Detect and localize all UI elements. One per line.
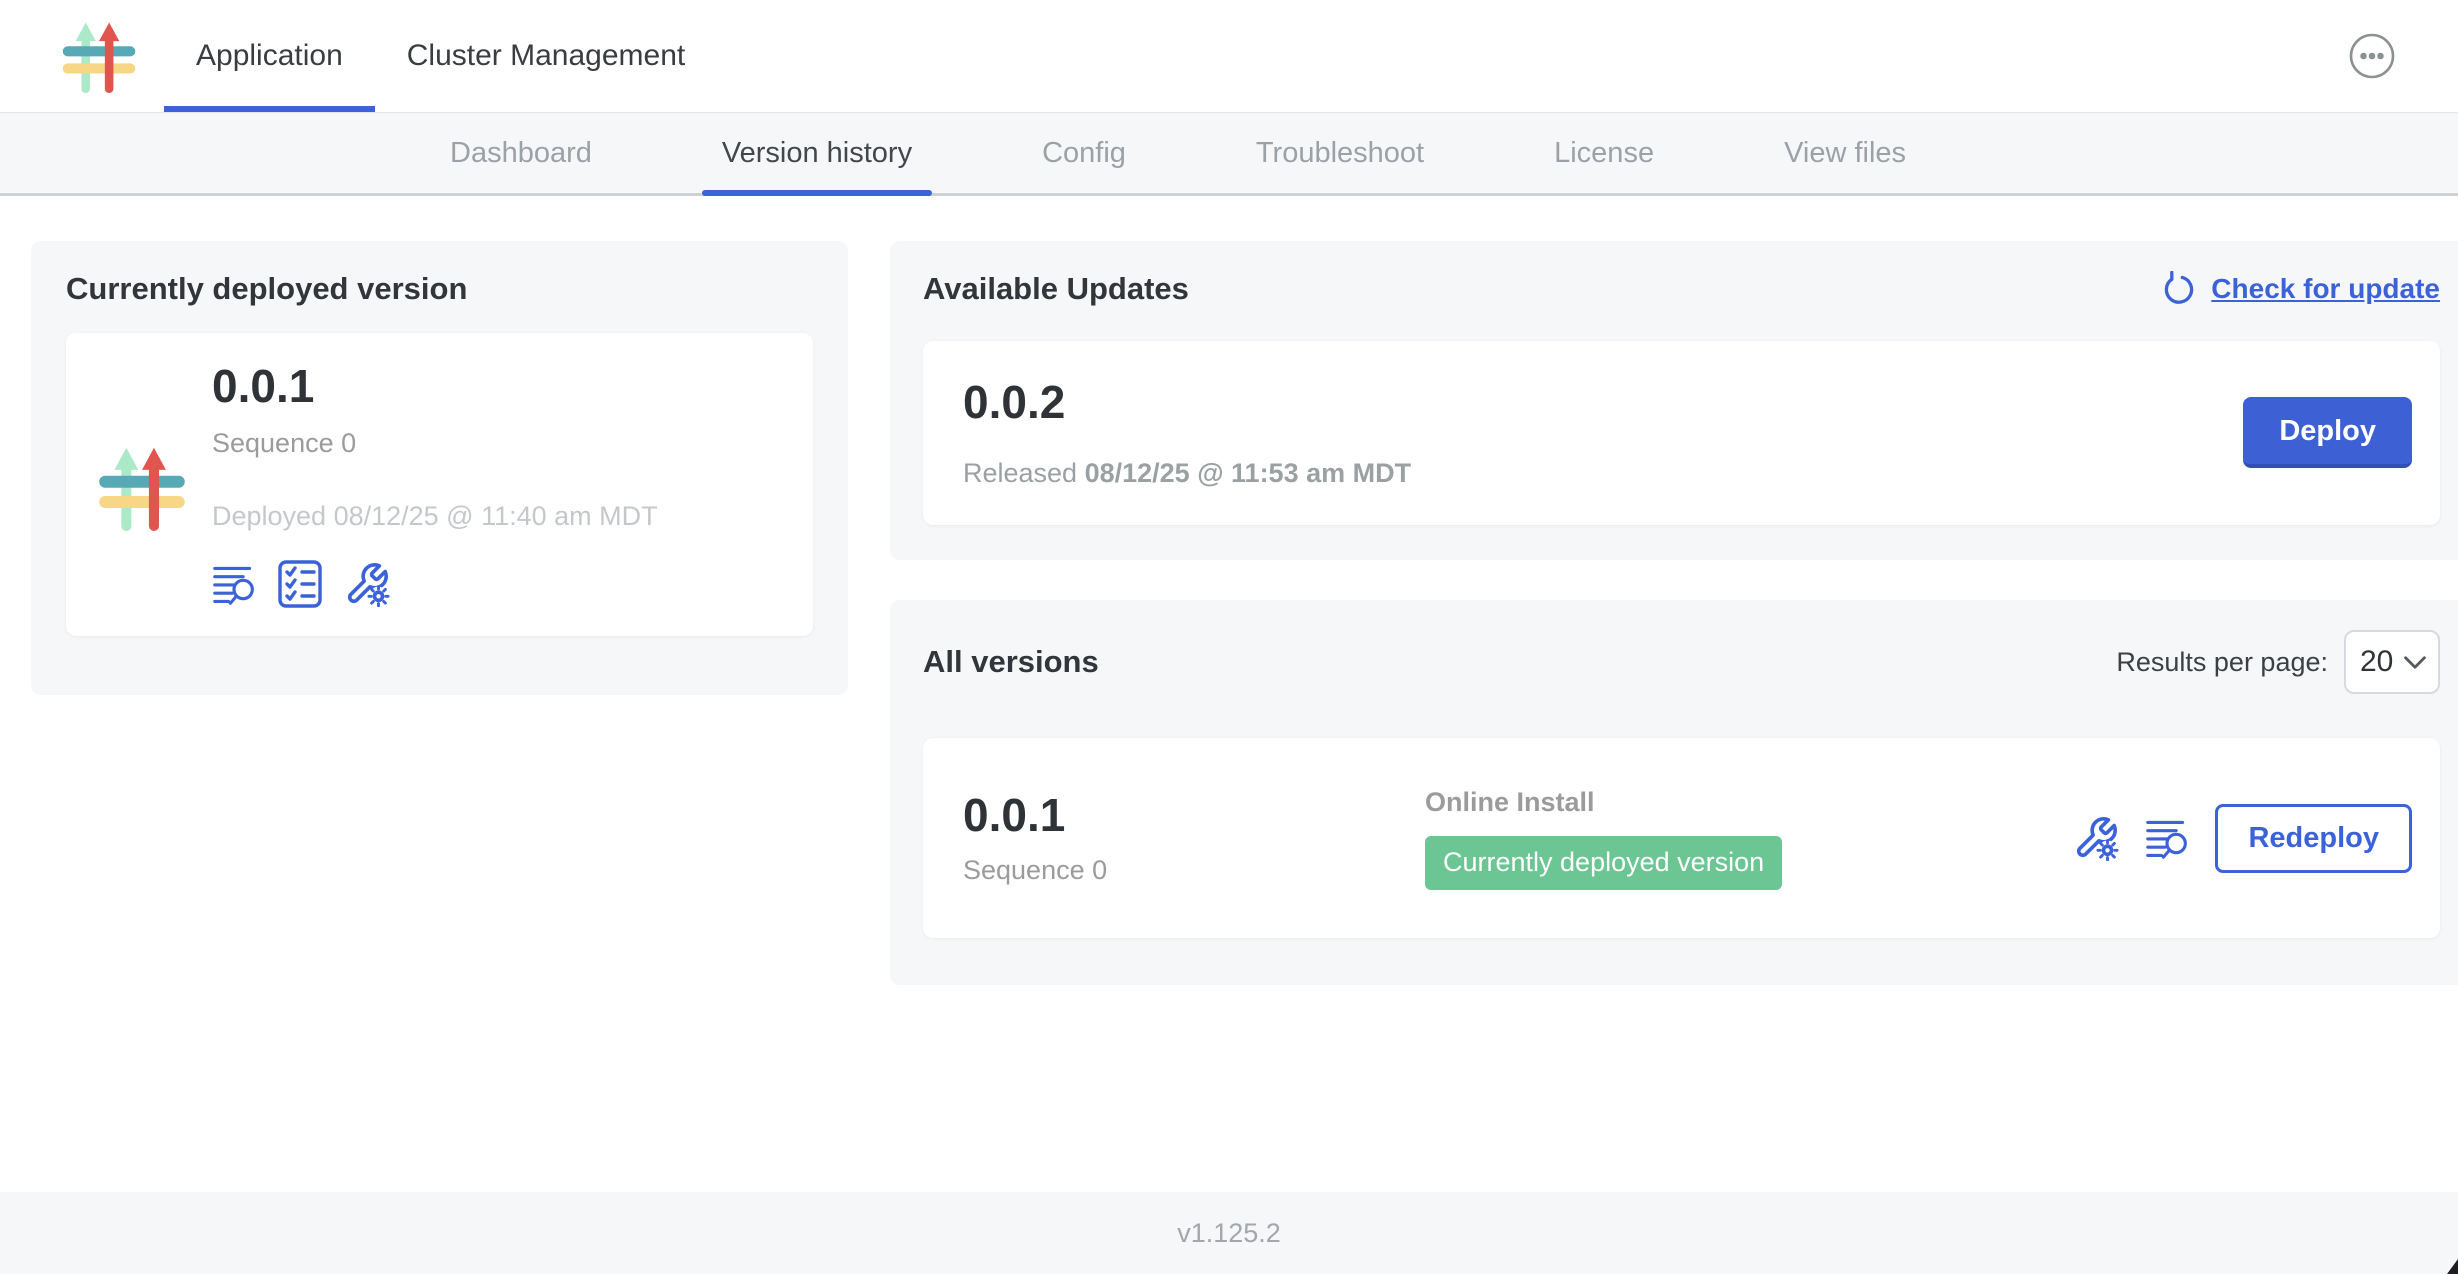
results-per-page-label: Results per page: <box>2116 647 2328 678</box>
tab-config-label: Config <box>1042 137 1126 170</box>
row-sequence: Sequence 0 <box>963 855 1425 886</box>
released-prefix: Released <box>963 458 1077 488</box>
available-updates-card: Available Updates Check for update 0.0.2… <box>890 241 2458 560</box>
app-subnav: Dashboard Version history Config Trouble… <box>0 113 2458 196</box>
top-navbar: Application Cluster Management <box>0 0 2458 113</box>
results-per-page-value: 20 <box>2360 645 2393 679</box>
deployed-version-number: 0.0.1 <box>212 361 658 412</box>
tab-troubleshoot-label: Troubleshoot <box>1256 137 1424 170</box>
refresh-icon <box>2161 271 2197 307</box>
tab-application[interactable]: Application <box>164 0 375 112</box>
tab-cluster-management[interactable]: Cluster Management <box>375 0 717 112</box>
redeploy-button[interactable]: Redeploy <box>2215 804 2412 873</box>
tab-license-label: License <box>1554 137 1654 170</box>
tab-cluster-management-label: Cluster Management <box>407 39 685 73</box>
install-type-label: Online Install <box>1425 787 2073 818</box>
preflight-checklist-icon[interactable] <box>276 560 324 608</box>
all-versions-title: All versions <box>923 644 1099 680</box>
row-version-number: 0.0.1 <box>963 790 1425 841</box>
tab-license[interactable]: License <box>1534 113 1674 193</box>
tab-version-history[interactable]: Version history <box>702 113 932 193</box>
circle-ellipsis-icon[interactable] <box>2348 32 2396 80</box>
available-updates-title: Available Updates <box>923 271 1189 307</box>
tab-troubleshoot[interactable]: Troubleshoot <box>1236 113 1444 193</box>
console-version: v1.125.2 <box>1177 1218 1281 1249</box>
tab-dashboard[interactable]: Dashboard <box>430 113 612 193</box>
deployed-card-title: Currently deployed version <box>66 271 813 307</box>
app-footer: v1.125.2 <box>0 1192 2458 1274</box>
tab-version-history-label: Version history <box>722 137 912 170</box>
tab-application-label: Application <box>196 39 343 73</box>
diff-lines-magnifier-icon[interactable] <box>212 560 256 608</box>
currently-deployed-card: Currently deployed version 0.0.1 Sequenc… <box>31 241 848 695</box>
config-wrench-icon[interactable] <box>2073 815 2119 861</box>
tab-view-files[interactable]: View files <box>1764 113 1926 193</box>
version-row: 0.0.1 Sequence 0 Online Install Currentl… <box>923 738 2440 938</box>
chevron-down-icon <box>2404 656 2426 669</box>
released-timestamp: 08/12/25 @ 11:53 am MDT <box>1085 458 1412 488</box>
app-window: Application Cluster Management Dashboard… <box>0 0 2458 1274</box>
update-released-line: Released 08/12/25 @ 11:53 am MDT <box>963 458 1411 489</box>
diff-lines-magnifier-icon[interactable] <box>2145 814 2189 862</box>
deployed-timestamp: Deployed 08/12/25 @ 11:40 am MDT <box>212 501 658 532</box>
app-logo-icon <box>60 17 138 95</box>
results-per-page-select[interactable]: 20 <box>2344 630 2440 694</box>
check-for-update-label: Check for update <box>2211 273 2440 305</box>
deploy-button[interactable]: Deploy <box>2243 397 2412 468</box>
main-content: Currently deployed version 0.0.1 Sequenc… <box>0 196 2458 1192</box>
tab-config[interactable]: Config <box>1022 113 1146 193</box>
all-versions-card: All versions Results per page: 20 0.0. <box>890 600 2458 985</box>
config-wrench-icon[interactable] <box>344 561 390 607</box>
check-for-update-link[interactable]: Check for update <box>2161 271 2440 307</box>
update-row: 0.0.2 Released 08/12/25 @ 11:53 am MDT D… <box>923 341 2440 525</box>
deployed-sequence: Sequence 0 <box>212 428 658 459</box>
update-version-number: 0.0.2 <box>963 377 1411 428</box>
tab-dashboard-label: Dashboard <box>450 137 592 170</box>
currently-deployed-badge: Currently deployed version <box>1425 836 1782 890</box>
tab-view-files-label: View files <box>1784 137 1906 170</box>
deployed-version-panel: 0.0.1 Sequence 0 Deployed 08/12/25 @ 11:… <box>66 333 813 636</box>
app-logo-icon <box>96 367 188 608</box>
